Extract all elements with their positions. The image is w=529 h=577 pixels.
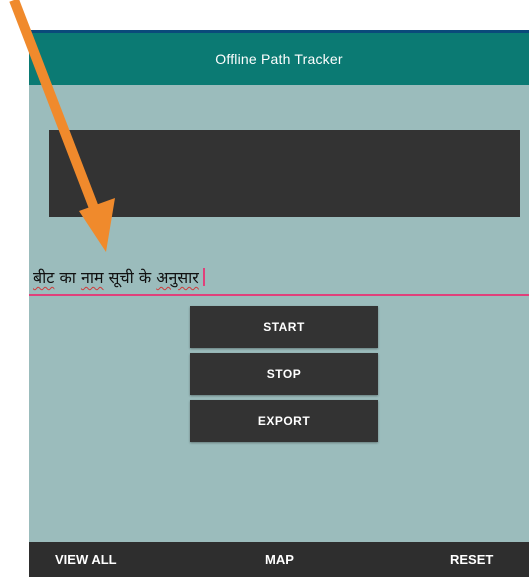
bottom-action-bar: VIEW ALL MAP RESET	[29, 542, 529, 577]
reset-button[interactable]: RESET	[450, 552, 493, 567]
export-button[interactable]: EXPORT	[190, 400, 378, 442]
status-display	[49, 130, 520, 217]
beat-name-field[interactable]: बीट का नाम सूची के अनुसार	[29, 266, 529, 296]
stop-button[interactable]: STOP	[190, 353, 378, 395]
view-all-button[interactable]: VIEW ALL	[55, 552, 117, 567]
input-word-suchi-ke: सूची के	[103, 268, 157, 287]
input-word-anusaar: अनुसार	[156, 268, 199, 287]
text-cursor	[202, 268, 205, 286]
input-word-naam: नाम	[80, 268, 104, 287]
input-word-ka: का	[54, 268, 81, 287]
map-button[interactable]: MAP	[265, 552, 294, 567]
app-title: Offline Path Tracker	[215, 51, 343, 67]
input-word-beat: बीट	[33, 268, 55, 287]
beat-name-value: बीट का नाम सूची के अनुसार	[33, 266, 205, 288]
start-button[interactable]: START	[190, 306, 378, 348]
app-bar: Offline Path Tracker	[29, 30, 529, 85]
app-screen: Offline Path Tracker बीट का नाम सूची के …	[29, 30, 529, 577]
